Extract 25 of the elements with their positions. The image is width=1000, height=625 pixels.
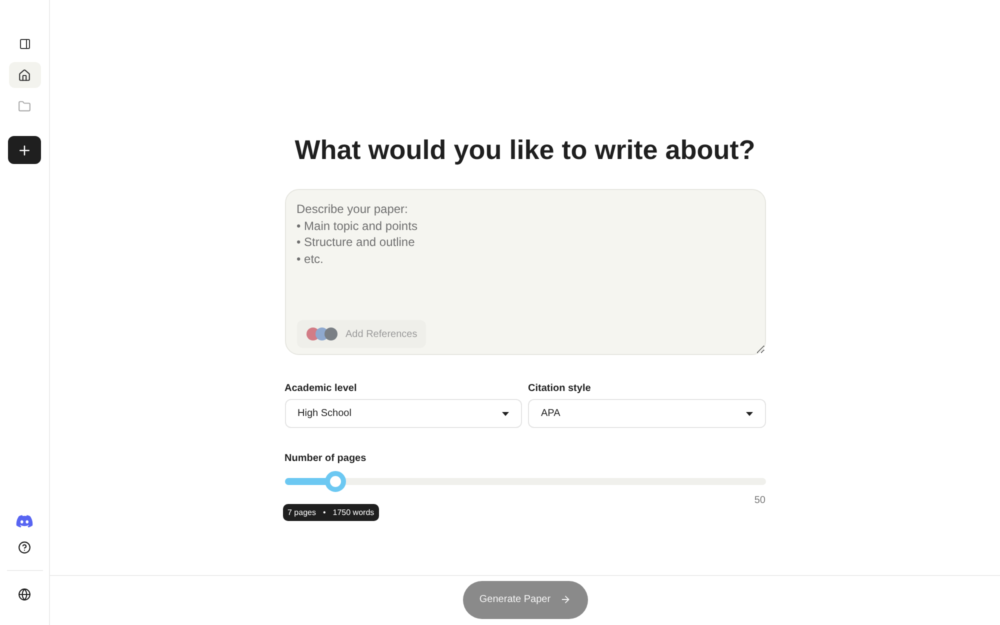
- reference-sources-icon: [306, 327, 340, 341]
- sidebar-button[interactable]: [8, 62, 40, 88]
- folder-icon: [18, 100, 31, 112]
- sidebar-panel-icon: [18, 38, 30, 50]
- help-icon[interactable]: [18, 540, 31, 554]
- academic-level-select[interactable]: High School: [284, 399, 522, 428]
- caret-icon: [502, 412, 509, 416]
- caret-icon: [746, 412, 752, 416]
- description-field[interactable]: Describe your paper: • Main topic and points • Structure and outline • etc. Add References: [284, 189, 766, 355]
- arrow-right-icon: [560, 594, 571, 605]
- slider-max-label: 50: [754, 495, 766, 506]
- field-label: Academic level: [284, 383, 358, 394]
- page-heading: What would you like to write about?: [294, 134, 756, 167]
- discord-icon[interactable]: [16, 514, 33, 528]
- citation-style-select[interactable]: APA: [528, 399, 766, 428]
- slider-thumb[interactable]: [324, 471, 346, 492]
- plus-icon: [17, 142, 32, 158]
- field-label: Number of pages: [284, 453, 368, 464]
- globe-icon[interactable]: [18, 588, 31, 600]
- new-button[interactable]: [8, 136, 41, 164]
- home-icon: [18, 68, 31, 82]
- add-references-button[interactable]: Add References: [296, 320, 426, 348]
- generate-paper-button[interactable]: Generate Paper: [462, 580, 588, 618]
- pages-tooltip: 7 pages • 1750 words: [282, 504, 380, 521]
- field-label: Citation style: [528, 383, 592, 394]
